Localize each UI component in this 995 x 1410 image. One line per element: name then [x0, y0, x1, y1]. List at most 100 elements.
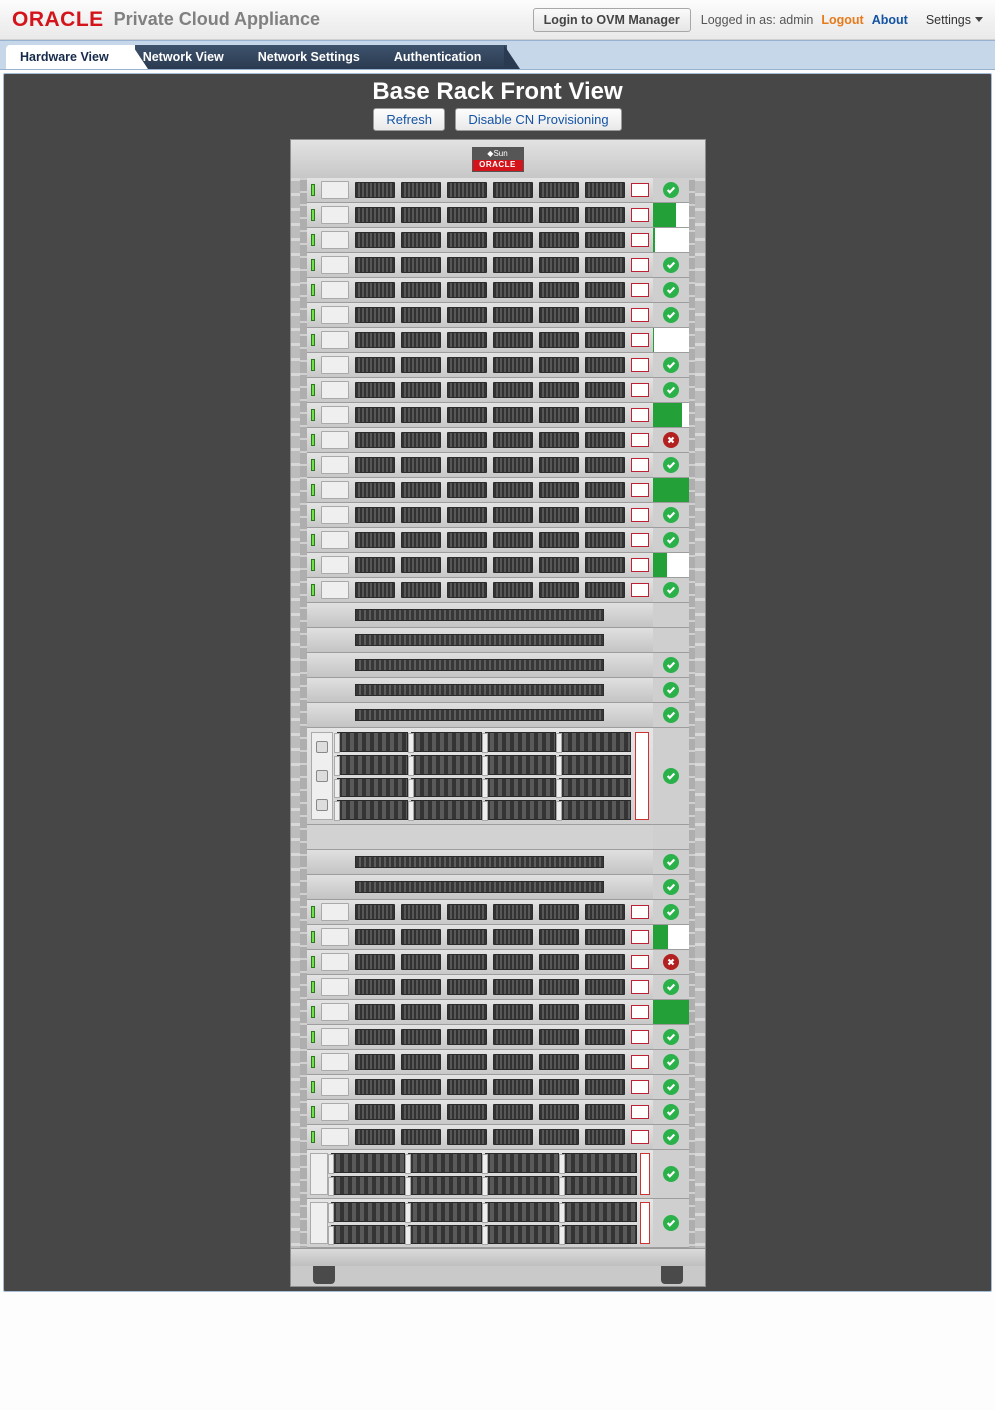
rack-slot[interactable] [307, 253, 689, 278]
check-icon [663, 904, 679, 920]
check-icon [663, 879, 679, 895]
rack-unit-srv[interactable] [307, 1100, 653, 1124]
rack-rail-right [695, 178, 705, 1248]
rack-unit-srv[interactable] [307, 1125, 653, 1149]
check-icon [663, 1215, 679, 1231]
rack-unit-srv[interactable] [307, 975, 653, 999]
rack-unit-srv[interactable] [307, 253, 653, 277]
rack-slot[interactable] [307, 378, 689, 403]
slot-status [653, 203, 689, 227]
rack-slot[interactable] [307, 950, 689, 975]
rack-unit-srv[interactable] [307, 353, 653, 377]
progress-bar [653, 925, 689, 949]
rack-slot[interactable] [307, 900, 689, 925]
rack-slot[interactable] [307, 628, 689, 653]
rack-unit-sw[interactable] [307, 875, 653, 899]
slot-status [653, 1050, 689, 1074]
rack-unit-srv[interactable] [307, 1025, 653, 1049]
tab-netsettings[interactable]: Network Settings [244, 45, 386, 69]
rack-unit-sw[interactable] [307, 850, 653, 874]
rack-slot[interactable] [307, 428, 689, 453]
slot-status [653, 178, 689, 202]
rack-slot[interactable] [307, 825, 689, 850]
rack-slot[interactable] [307, 328, 689, 353]
rack-slot[interactable] [307, 925, 689, 950]
progress-bar [653, 203, 689, 227]
progress-bar [653, 1000, 689, 1024]
rack-unit-srv[interactable] [307, 900, 653, 924]
rack-slot[interactable] [307, 303, 689, 328]
rack-unit-srv[interactable] [307, 178, 653, 202]
rack-unit-srv[interactable] [307, 378, 653, 402]
rack-slot[interactable] [307, 578, 689, 603]
rack-slot[interactable] [307, 875, 689, 900]
rack-unit-sw[interactable] [307, 678, 653, 702]
rack-unit-srv[interactable] [307, 303, 653, 327]
rack-unit-sw[interactable] [307, 603, 653, 627]
rack-unit-srv[interactable] [307, 553, 653, 577]
rack-unit-sw[interactable] [307, 703, 653, 727]
rack-unit-srv[interactable] [307, 925, 653, 949]
tab-auth[interactable]: Authentication [380, 45, 508, 69]
rack-unit-srv[interactable] [307, 1050, 653, 1074]
rack-slot[interactable] [307, 728, 689, 825]
rack-slot[interactable] [307, 850, 689, 875]
rack-unit-srv[interactable] [307, 528, 653, 552]
login-ovm-button[interactable]: Login to OVM Manager [533, 8, 691, 32]
rack-unit-sw[interactable] [307, 653, 653, 677]
rack-slot[interactable] [307, 678, 689, 703]
rack-slot[interactable] [307, 1050, 689, 1075]
rack-unit-srv[interactable] [307, 203, 653, 227]
sun-oracle-badge: ◆Sun ORACLE [472, 147, 524, 172]
rack-unit-srv[interactable] [307, 1075, 653, 1099]
rack-slot[interactable] [307, 1100, 689, 1125]
rack: ◆Sun ORACLE [290, 139, 706, 1287]
rack-slot[interactable] [307, 278, 689, 303]
refresh-button[interactable]: Refresh [373, 108, 445, 131]
slot-status [653, 428, 689, 452]
rack-slot[interactable] [307, 1075, 689, 1100]
rack-unit-srv[interactable] [307, 578, 653, 602]
rack-slot[interactable] [307, 503, 689, 528]
rack-slot[interactable] [307, 453, 689, 478]
rack-unit-srv[interactable] [307, 950, 653, 974]
rack-unit-srv[interactable] [307, 453, 653, 477]
rack-slot[interactable] [307, 353, 689, 378]
rack-unit-srv[interactable] [307, 1000, 653, 1024]
rack-unit-srv[interactable] [307, 228, 653, 252]
rack-slot[interactable] [307, 178, 689, 203]
disable-cn-button[interactable]: Disable CN Provisioning [455, 108, 621, 131]
rack-unit-srv[interactable] [307, 278, 653, 302]
about-link[interactable]: About [872, 13, 908, 27]
rack-unit-srv[interactable] [307, 328, 653, 352]
rack-unit-empty[interactable] [307, 825, 653, 849]
rack-slot[interactable] [307, 1125, 689, 1150]
slot-status [653, 1075, 689, 1099]
rack-slot[interactable] [307, 478, 689, 503]
rack-slot[interactable] [307, 203, 689, 228]
rack-unit-srv[interactable] [307, 478, 653, 502]
rack-unit-st4[interactable] [307, 728, 653, 824]
error-icon [663, 432, 679, 448]
rack-unit-srv[interactable] [307, 403, 653, 427]
rack-unit-srv[interactable] [307, 428, 653, 452]
rack-slot[interactable] [307, 528, 689, 553]
tab-hardware[interactable]: Hardware View [6, 45, 135, 69]
settings-menu[interactable]: Settings [926, 13, 983, 27]
rack-slot[interactable] [307, 1199, 689, 1248]
rack-slot[interactable] [307, 603, 689, 628]
rack-slot[interactable] [307, 1150, 689, 1199]
rack-slot[interactable] [307, 703, 689, 728]
rack-unit-srv[interactable] [307, 503, 653, 527]
rack-unit-st2[interactable] [307, 1199, 653, 1247]
rack-slot[interactable] [307, 403, 689, 428]
rack-unit-sw[interactable] [307, 628, 653, 652]
rack-slot[interactable] [307, 975, 689, 1000]
rack-slot[interactable] [307, 1000, 689, 1025]
logout-link[interactable]: Logout [821, 13, 863, 27]
rack-slot[interactable] [307, 228, 689, 253]
rack-unit-st2[interactable] [307, 1150, 653, 1198]
rack-slot[interactable] [307, 553, 689, 578]
rack-slot[interactable] [307, 653, 689, 678]
rack-slot[interactable] [307, 1025, 689, 1050]
